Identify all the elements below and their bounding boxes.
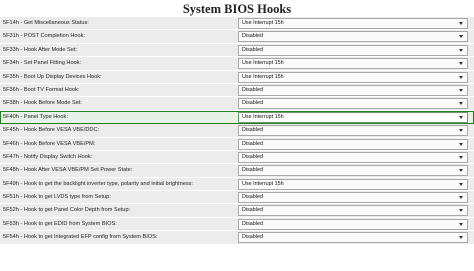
hook-label: 5F49h - Hook to get the backlight invert… [3,180,193,187]
chevron-down-icon [459,222,463,226]
hook-row: 5F34h - Set Panel Fitting Hook: Use Inter… [0,57,474,71]
chevron-down-icon [459,182,463,186]
hook-row: 5F47h - Notify Display Switch Hook: Disab… [0,150,474,165]
hook-label: 5F31h - POST Completion Hook: [3,33,85,40]
hook-select-value: Use Interrupt 15h [242,60,284,67]
hook-row: 5F14h - Get Miscellaneous Status: Use Int… [0,17,474,31]
hook-select[interactable]: Use Interrupt 15h [238,111,468,123]
hook-select[interactable]: Disabled [238,84,468,96]
hook-label: 5F35h - Boot Up Display Devices Hook: [3,73,102,80]
page-title: System BIOS Hooks [182,2,292,16]
hook-label: 5F53h - Hook to get EDID from System BIO… [3,220,117,227]
hook-label: 5F36h - Boot TV Format Hook: [3,86,80,93]
hook-select[interactable]: Disabled [238,98,468,110]
chevron-down-icon [459,142,463,146]
chevron-down-icon [459,115,463,119]
hook-label: 5F47h - Notify Display Switch Hook: [3,153,93,160]
hook-select-value: Disabled [242,220,263,227]
hook-row: 5F38h - Hook Before Mode Set: Disabled [0,97,474,111]
hook-select[interactable]: Disabled [238,125,468,137]
hook-select-value: Disabled [242,153,263,160]
hook-label: 5F45h - Hook Before VESA VBE/DDC: [3,127,100,134]
hook-label: 5F52h - Hook to get Panel Color Depth fr… [3,207,131,214]
hook-select[interactable]: Disabled [238,165,468,177]
hook-row: 5F48h - Hook After VESA VBE/PM Set Power… [0,164,474,178]
hook-label: 5F46h - Hook Before VESA VBE/PM: [3,140,96,147]
hook-select[interactable]: Use Interrupt 15h [238,178,468,190]
chevron-down-icon [459,22,463,25]
hook-select-value: Disabled [242,140,263,147]
hook-select[interactable]: Disabled [238,138,468,150]
hook-label: 5F48h - Hook After VESA VBE/PM Set Power… [3,167,133,174]
hook-select-value: Disabled [242,234,263,241]
chevron-down-icon [459,102,463,106]
hook-label: 5F54h - Hook to get Integrated EFP confi… [3,234,158,241]
hook-label: 5F51h - Hook to get LVDS type from Setup… [3,194,111,201]
hook-select[interactable]: Disabled [238,232,468,244]
hook-select-value: Disabled [242,127,263,134]
chevron-down-icon [459,169,463,173]
chevron-down-icon [459,75,463,79]
chevron-down-icon [459,35,463,39]
hook-label: 5F14h - Get Miscellaneous Status: [3,20,89,26]
chevron-down-icon [459,155,463,159]
hook-select-value: Disabled [242,167,263,174]
hook-select-value: Use Interrupt 15h [242,113,284,120]
hook-row: 5F54h - Hook to get Integrated EFP confi… [0,231,474,245]
chevron-down-icon [459,236,463,240]
hook-row: 5F46h - Hook Before VESA VBE/PM: Disabled [0,137,474,151]
hook-select[interactable]: Use Interrupt 15h [238,71,468,83]
hook-select-value: Disabled [242,194,263,201]
hook-select-value: Use Interrupt 15h [242,180,284,187]
hook-select-value: Disabled [242,207,263,214]
chevron-down-icon [459,62,463,66]
hook-select[interactable]: Disabled [238,205,468,217]
hook-select-value: Disabled [242,86,263,93]
hook-row: 5F53h - Hook to get EDID from System BIO… [0,217,474,232]
chevron-down-icon [459,129,463,133]
chevron-down-icon [459,88,463,92]
hook-row: 5F45h - Hook Before VESA VBE/DDC: Disable… [0,124,474,138]
hook-row-selected: 5F40h - Panel Type Hook: Use Interrupt 15… [0,110,474,125]
hook-row: 5F35h - Boot Up Display Devices Hook: Use… [0,70,474,84]
hook-row: 5F36h - Boot TV Format Hook: Disabled [0,83,474,98]
hook-select[interactable]: Disabled [238,151,468,163]
hook-select[interactable]: Use Interrupt 15h [238,18,468,29]
hook-select[interactable]: Disabled [238,192,468,204]
hook-select-value: Disabled [242,100,263,107]
hook-select[interactable]: Disabled [238,44,468,56]
hook-row: 5F33h - Hook After Mode Set: Disabled [0,43,474,58]
hook-label: 5F38h - Hook Before Mode Set: [3,100,82,107]
hook-select[interactable]: Use Interrupt 15h [238,58,468,70]
hook-select[interactable]: Disabled [238,218,468,230]
chevron-down-icon [459,209,463,213]
hook-select[interactable]: Disabled [238,31,468,43]
hook-select-value: Disabled [242,33,263,40]
hook-row: 5F51h - Hook to get LVDS type from Setup… [0,191,474,205]
hook-label: 5F34h - Set Panel Fitting Hook: [3,60,82,67]
hook-select-value: Disabled [242,46,263,53]
chevron-down-icon [459,48,463,52]
hook-label: 5F40h - Panel Type Hook: [3,113,68,120]
hook-select-value: Use Interrupt 15h [242,73,284,80]
chevron-down-icon [459,196,463,200]
hook-row: 5F49h - Hook to get the backlight invert… [0,177,474,192]
hook-row: 5F52h - Hook to get Panel Color Depth fr… [0,204,474,218]
hook-select-value: Use Interrupt 15h [242,20,284,26]
hooks-list: 5F14h - Get Miscellaneous Status: Use Int… [0,17,474,245]
hook-row: 5F31h - POST Completion Hook: Disabled [0,30,474,44]
hook-label: 5F33h - Hook After Mode Set: [3,46,77,53]
